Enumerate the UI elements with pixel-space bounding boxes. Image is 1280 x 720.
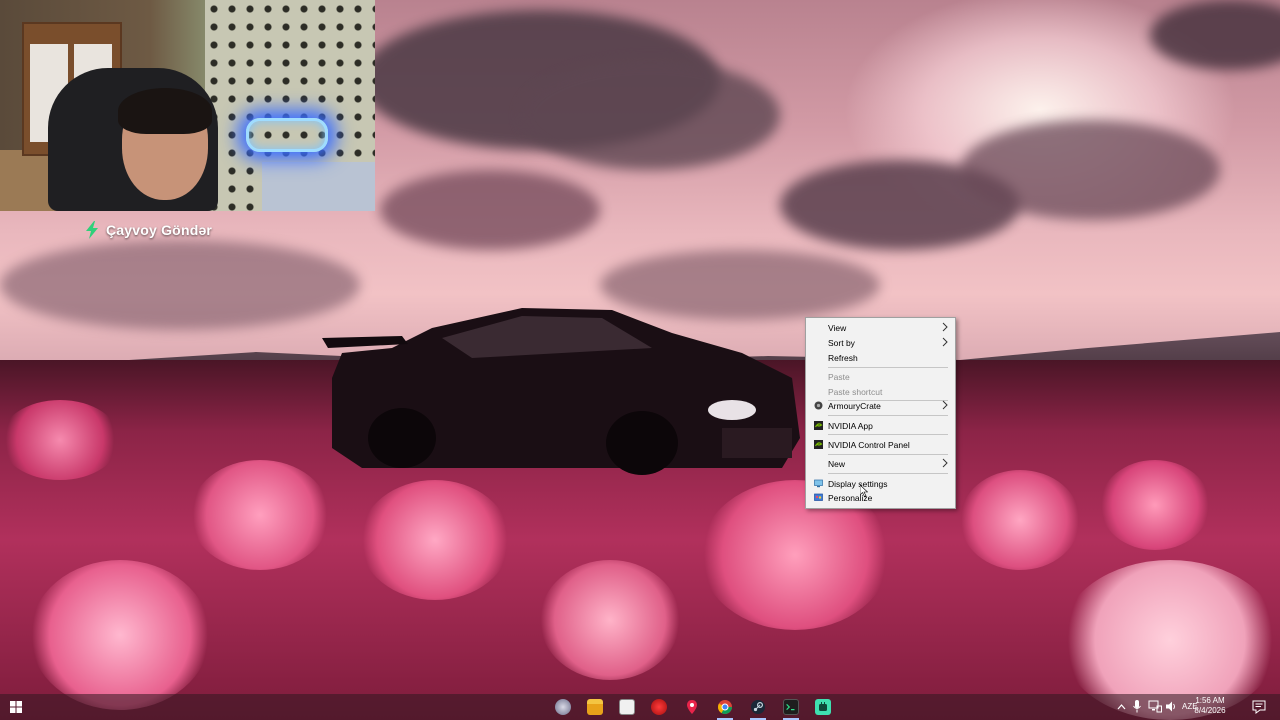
- menu-item-view[interactable]: View: [806, 320, 955, 335]
- terminal-icon[interactable]: [783, 699, 799, 715]
- menu-item-nvidia-app[interactable]: NVIDIA App: [806, 418, 955, 433]
- calendar-app-icon[interactable]: [619, 699, 635, 715]
- chevron-up-icon[interactable]: [1117, 703, 1126, 710]
- wallpaper-cloud: [520, 60, 780, 170]
- armoury-crate-icon: [814, 401, 823, 410]
- wallpaper-flower: [190, 460, 330, 570]
- stream-donation-cta: Çayvoy Göndər: [84, 219, 212, 241]
- speaker-icon[interactable]: [1165, 700, 1177, 713]
- menu-item-paste[interactable]: Paste: [806, 369, 955, 384]
- webcam-neon-sign: [246, 118, 328, 152]
- wallpaper-cloud: [960, 120, 1220, 220]
- chevron-right-icon: [942, 458, 948, 468]
- menu-item-label: NVIDIA Control Panel: [828, 439, 910, 450]
- menu-item-sort-by[interactable]: Sort by: [806, 335, 955, 350]
- wallpaper-flower: [1100, 460, 1210, 550]
- personalize-icon: [814, 493, 823, 501]
- app-icon[interactable]: [555, 699, 571, 715]
- nvidia-icon: [814, 440, 823, 449]
- menu-item-personalize[interactable]: Personalize: [806, 490, 955, 505]
- taskbar: AZE 1:56 AM 8/4/2026: [0, 694, 1280, 720]
- menu-item-display-settings[interactable]: Display settings: [806, 476, 955, 491]
- menu-item-paste-shortcut[interactable]: Paste shortcut: [806, 384, 955, 399]
- webcam-bed: [262, 162, 375, 211]
- menu-item-label: View: [828, 322, 847, 333]
- wallpaper-flower: [0, 400, 120, 480]
- mouse-cursor-icon: [860, 485, 868, 497]
- microphone-icon[interactable]: [1133, 700, 1141, 713]
- wallpaper-flower: [30, 560, 210, 710]
- desktop-context-menu: View Sort by Refresh Paste Paste shortcu…: [805, 317, 956, 509]
- steam-icon[interactable]: [750, 699, 766, 715]
- lightning-bolt-icon: [86, 221, 98, 239]
- stream-donation-label: Çayvoy Göndər: [106, 222, 213, 238]
- menu-item-label: Refresh: [828, 352, 858, 363]
- chevron-right-icon: [942, 322, 948, 332]
- display-icon: [814, 479, 823, 488]
- menu-item-armourycrate[interactable]: ArmouryCrate: [806, 398, 955, 413]
- menu-item-new[interactable]: New: [806, 456, 955, 471]
- location-pin-app-icon[interactable]: [684, 699, 700, 715]
- wallpaper-cloud: [380, 170, 600, 250]
- menu-item-label: Paste shortcut: [828, 386, 883, 397]
- clock-date: 8/4/2026: [1194, 706, 1226, 715]
- wallpaper-flower: [540, 560, 680, 680]
- system-clock[interactable]: 1:56 AM 8/4/2026: [1192, 696, 1228, 716]
- menu-item-label: Paste: [828, 371, 850, 382]
- network-icon[interactable]: [1148, 700, 1162, 713]
- nvidia-icon: [814, 421, 823, 430]
- menu-item-refresh[interactable]: Refresh: [806, 350, 955, 365]
- windows-start-icon[interactable]: [10, 701, 22, 713]
- chevron-right-icon: [942, 337, 948, 347]
- menu-separator: [828, 454, 948, 455]
- wallpaper-car: [322, 308, 800, 475]
- wallpaper-flower: [360, 480, 510, 600]
- file-explorer-icon[interactable]: [587, 699, 603, 715]
- webcam-streamer-hair: [118, 88, 212, 134]
- chevron-right-icon: [942, 400, 948, 410]
- clock-time: 1:56 AM: [1195, 696, 1225, 705]
- menu-item-label: Display settings: [828, 478, 888, 489]
- menu-item-label: NVIDIA App: [828, 420, 873, 431]
- notification-center-icon[interactable]: [1252, 700, 1266, 714]
- menu-item-label: New: [828, 458, 846, 469]
- wallpaper-flower: [960, 470, 1080, 570]
- wallpaper-cloud: [0, 240, 360, 330]
- menu-separator: [828, 367, 948, 368]
- menu-item-label: Sort by: [828, 337, 855, 348]
- menu-separator: [828, 434, 948, 435]
- chrome-icon[interactable]: [717, 699, 733, 715]
- red-app-icon[interactable]: [651, 699, 667, 715]
- webcam-overlay: [0, 0, 375, 211]
- menu-separator: [828, 415, 948, 416]
- menu-item-nvidia-control-panel[interactable]: NVIDIA Control Panel: [806, 437, 955, 452]
- menu-item-label: ArmouryCrate: [828, 400, 881, 411]
- green-app-icon[interactable]: [815, 699, 831, 715]
- menu-separator: [828, 473, 948, 474]
